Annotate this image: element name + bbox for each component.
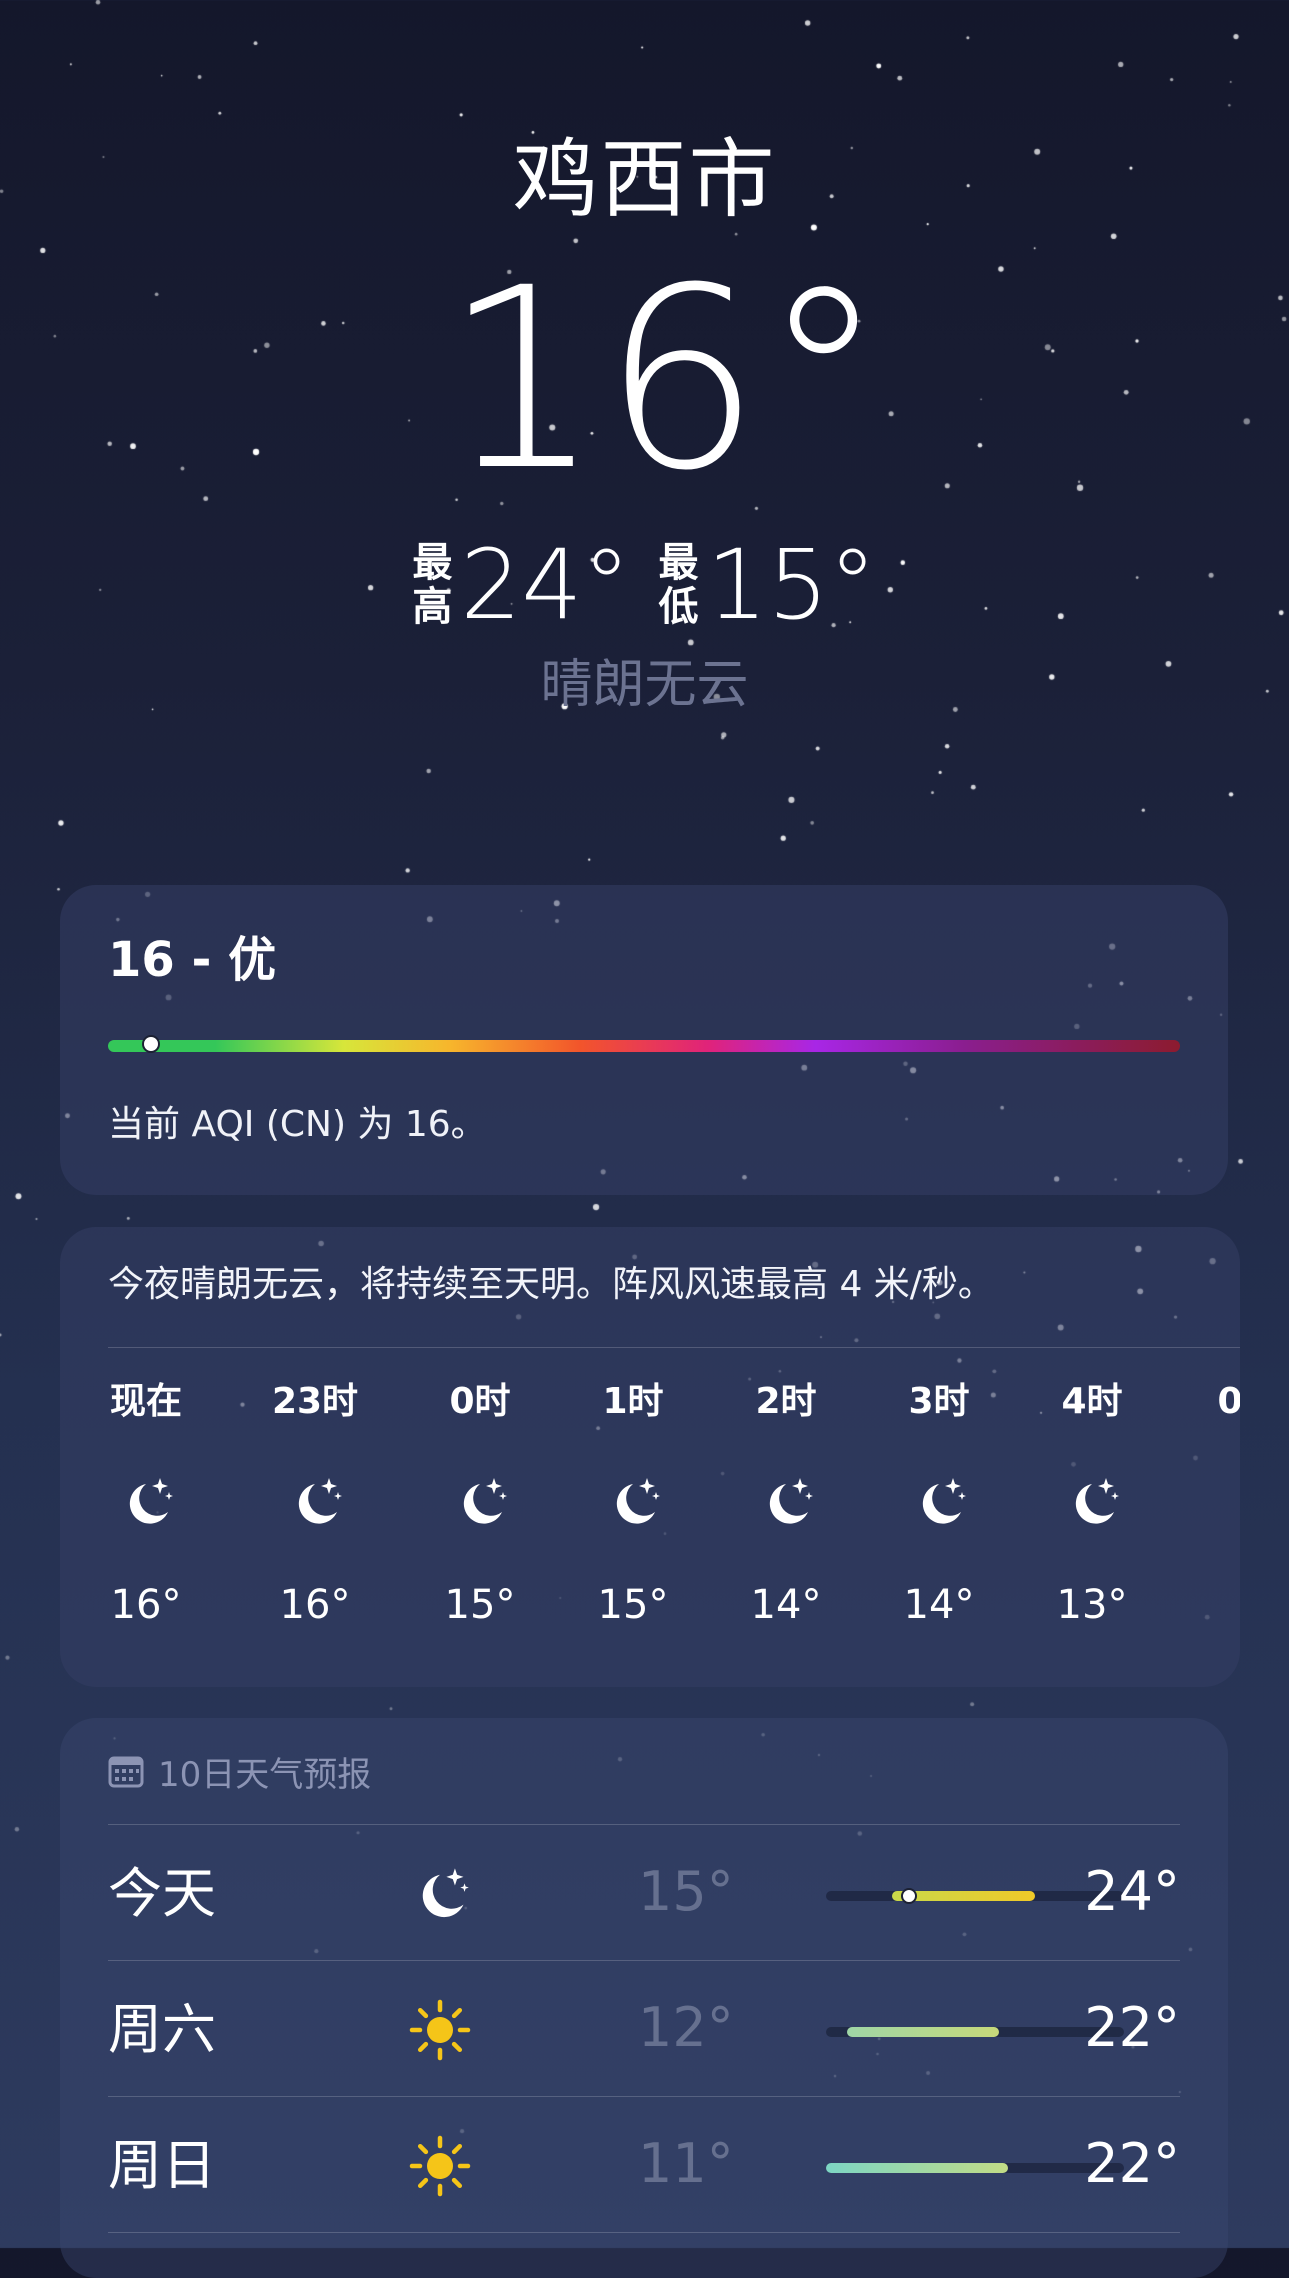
moon-stars-icon	[463, 1478, 507, 1524]
hour-icon	[756, 1472, 816, 1532]
moon-stars-icon	[422, 1868, 469, 1918]
day-name: 周日	[108, 2134, 216, 2197]
calendar-icon	[108, 1756, 144, 1788]
day-weather-icon	[408, 1998, 472, 2062]
day-name: 周六	[108, 1998, 216, 2061]
daily-row[interactable]: 今天 15° 24°	[108, 1824, 1180, 1960]
aqi-title: 16 - 优	[108, 932, 277, 988]
day-low-temperature: 12°	[638, 1996, 734, 2059]
hour-label: 1时	[602, 1381, 664, 1422]
moon-stars-icon	[769, 1478, 813, 1524]
aqi-scale-bar	[108, 1040, 1180, 1052]
air-quality-card[interactable]: 16 - 优 当前 AQI (CN) 为 16。	[60, 885, 1228, 1195]
hour-label: 0时	[449, 1381, 511, 1422]
aqi-indicator-dot	[141, 1035, 160, 1053]
day-high-temperature: 24°	[1084, 1860, 1180, 1923]
hour-icon	[285, 1472, 345, 1532]
ten-day-forecast-card[interactable]: 10日天气预报 今天 15° 24° 周六 12° 22° 周日 11° 22°	[60, 1718, 1228, 2278]
moon-stars-icon	[129, 1478, 173, 1524]
current-weather-header: 鸡西市 16° 最 高 24° 最 低 15° 晴朗无云	[0, 0, 1289, 760]
moon-stars-icon	[298, 1478, 342, 1524]
high-label: 最 高	[412, 540, 453, 630]
hourly-summary: 今夜晴朗无云，将持续至天明。阵风风速最高 4 米/秒。	[108, 1264, 994, 1305]
hour-label: 现在	[109, 1381, 182, 1422]
current-temperature-marker	[901, 1888, 918, 1904]
hour-icon	[450, 1472, 510, 1532]
daily-row[interactable]: 周六 12° 22°	[108, 1960, 1180, 2096]
hourly-item: 23时 16°	[240, 1377, 390, 1677]
day-weather-icon	[408, 2134, 472, 2198]
low-temperature: 最 低 15°	[659, 535, 877, 635]
temperature-range-track	[826, 1888, 1124, 1904]
high-low-temperatures: 最 高 24° 最 低 15°	[0, 535, 1289, 635]
hour-icon	[1062, 1472, 1122, 1532]
temperature-range-bar	[846, 2027, 999, 2037]
sun-icon	[409, 1999, 471, 2061]
hour-temperature: 13°	[1056, 1582, 1128, 1628]
condition-text: 晴朗无云	[540, 655, 749, 715]
day-high-temperature: 22°	[1084, 2132, 1180, 2195]
ten-day-title: 10日天气预报	[158, 1754, 372, 1795]
hour-label: 4时	[1061, 1381, 1123, 1422]
hour-icon	[909, 1472, 969, 1532]
hour-temperature: 15°	[597, 1582, 669, 1628]
hourly-item: 4时 13°	[1017, 1377, 1167, 1677]
current-temperature: 16°	[442, 234, 887, 525]
hourly-item: 0	[1155, 1377, 1240, 1677]
hourly-forecast-card[interactable]: 今夜晴朗无云，将持续至天明。阵风风速最高 4 米/秒。 现在 16° 23时 16° 0…	[60, 1227, 1240, 1687]
hour-temperature: 16°	[279, 1582, 351, 1628]
ten-day-header: 10日天气预报	[108, 1746, 371, 1796]
city-name: 鸡西市	[512, 130, 777, 230]
hour-label: 23时	[271, 1381, 359, 1422]
daily-row[interactable]: 周日 11° 22°	[108, 2096, 1180, 2232]
high-value: 24°	[460, 529, 631, 641]
day-weather-icon	[408, 1862, 472, 1926]
day-low-temperature: 11°	[638, 2132, 734, 2195]
hourly-item: 现在 16°	[71, 1377, 221, 1677]
temperature-range-bar	[826, 2163, 1008, 2173]
day-low-temperature: 15°	[638, 1860, 734, 1923]
low-value: 15°	[706, 529, 877, 641]
day-high-temperature: 22°	[1084, 1996, 1180, 2059]
hour-temperature: 14°	[750, 1582, 822, 1628]
hour-icon	[603, 1472, 663, 1532]
divider	[108, 1347, 1240, 1348]
hour-temperature: 14°	[903, 1582, 975, 1628]
moon-stars-icon	[922, 1478, 966, 1524]
hour-icon	[116, 1472, 176, 1532]
divider	[108, 2232, 1180, 2233]
high-temperature: 最 高 24°	[412, 535, 630, 635]
hour-temperature: 15°	[444, 1582, 516, 1628]
hour-temperature: 16°	[110, 1582, 182, 1628]
hour-label: 3时	[908, 1381, 970, 1422]
hourly-item: 1时 15°	[558, 1377, 708, 1677]
hourly-item: 2时 14°	[711, 1377, 861, 1677]
hour-label: 0	[1217, 1381, 1240, 1422]
temperature-range-track	[826, 2027, 1124, 2037]
hourly-item: 3时 14°	[864, 1377, 1014, 1677]
hourly-item: 0时 15°	[405, 1377, 555, 1677]
moon-stars-icon	[616, 1478, 660, 1524]
low-label: 最 低	[658, 540, 699, 630]
day-name: 今天	[108, 1862, 216, 1925]
sun-icon	[409, 2135, 471, 2197]
hour-label: 2时	[755, 1381, 817, 1422]
aqi-description: 当前 AQI (CN) 为 16。	[108, 1104, 487, 1145]
moon-stars-icon	[1075, 1478, 1119, 1524]
temperature-range-track	[826, 2163, 1124, 2173]
